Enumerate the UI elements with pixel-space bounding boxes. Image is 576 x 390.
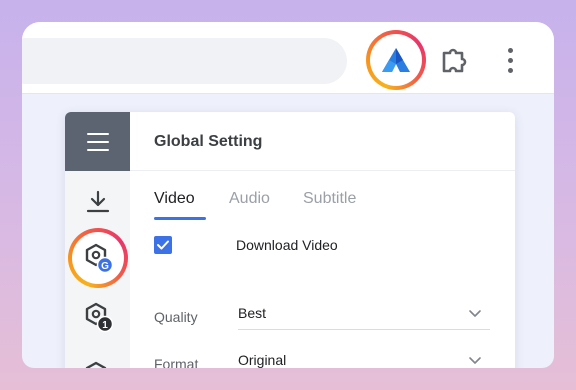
more-options-icon[interactable]: [500, 42, 520, 78]
browser-window: G 1 Global Setting Video Audio Subtitle …: [22, 22, 554, 368]
selected-highlight-ring: G: [67, 228, 128, 288]
download-icon: [86, 190, 109, 213]
extension-logo-icon: [382, 48, 410, 72]
active-tab-indicator: [154, 217, 206, 220]
extension-button[interactable]: [370, 34, 422, 86]
chevron-down-icon: [469, 310, 481, 317]
sidebar-item-global-setting[interactable]: G: [65, 228, 130, 288]
quality-value: Best: [238, 305, 267, 321]
quality-select[interactable]: Best: [238, 300, 490, 330]
header-divider: [130, 170, 515, 171]
global-settings-icon: G: [85, 243, 113, 274]
chevron-down-icon: [469, 357, 481, 364]
address-bar[interactable]: [22, 38, 347, 84]
extensions-puzzle-icon[interactable]: [437, 44, 469, 76]
sidebar-item-site-setting-2[interactable]: [65, 356, 130, 368]
quality-label: Quality: [154, 309, 198, 325]
checkmark-icon: [157, 240, 169, 250]
download-video-label: Download Video: [236, 237, 338, 253]
site-settings-icon: 1: [85, 302, 113, 333]
page-title: Global Setting: [154, 133, 263, 150]
site-settings-icon: [85, 361, 106, 368]
tab-subtitle[interactable]: Subtitle: [303, 190, 356, 208]
sidebar-item-site-setting-1[interactable]: 1: [65, 297, 130, 337]
hamburger-menu-icon: [86, 132, 109, 151]
svg-text:1: 1: [102, 320, 108, 331]
browser-toolbar: [22, 22, 554, 94]
format-label: Format: [154, 356, 199, 368]
extension-popup: G 1 Global Setting Video Audio Subtitle …: [65, 112, 515, 368]
extension-highlight-ring[interactable]: [366, 30, 426, 90]
svg-text:G: G: [101, 261, 109, 272]
sidebar-item-download[interactable]: [65, 182, 130, 222]
sidebar: G 1: [65, 112, 130, 368]
download-video-checkbox[interactable]: [154, 236, 172, 254]
sidebar-menu-button[interactable]: [65, 112, 130, 171]
format-select[interactable]: Original: [238, 347, 490, 368]
format-value: Original: [238, 352, 287, 368]
tab-audio[interactable]: Audio: [229, 190, 270, 208]
tab-video[interactable]: Video: [154, 190, 195, 208]
